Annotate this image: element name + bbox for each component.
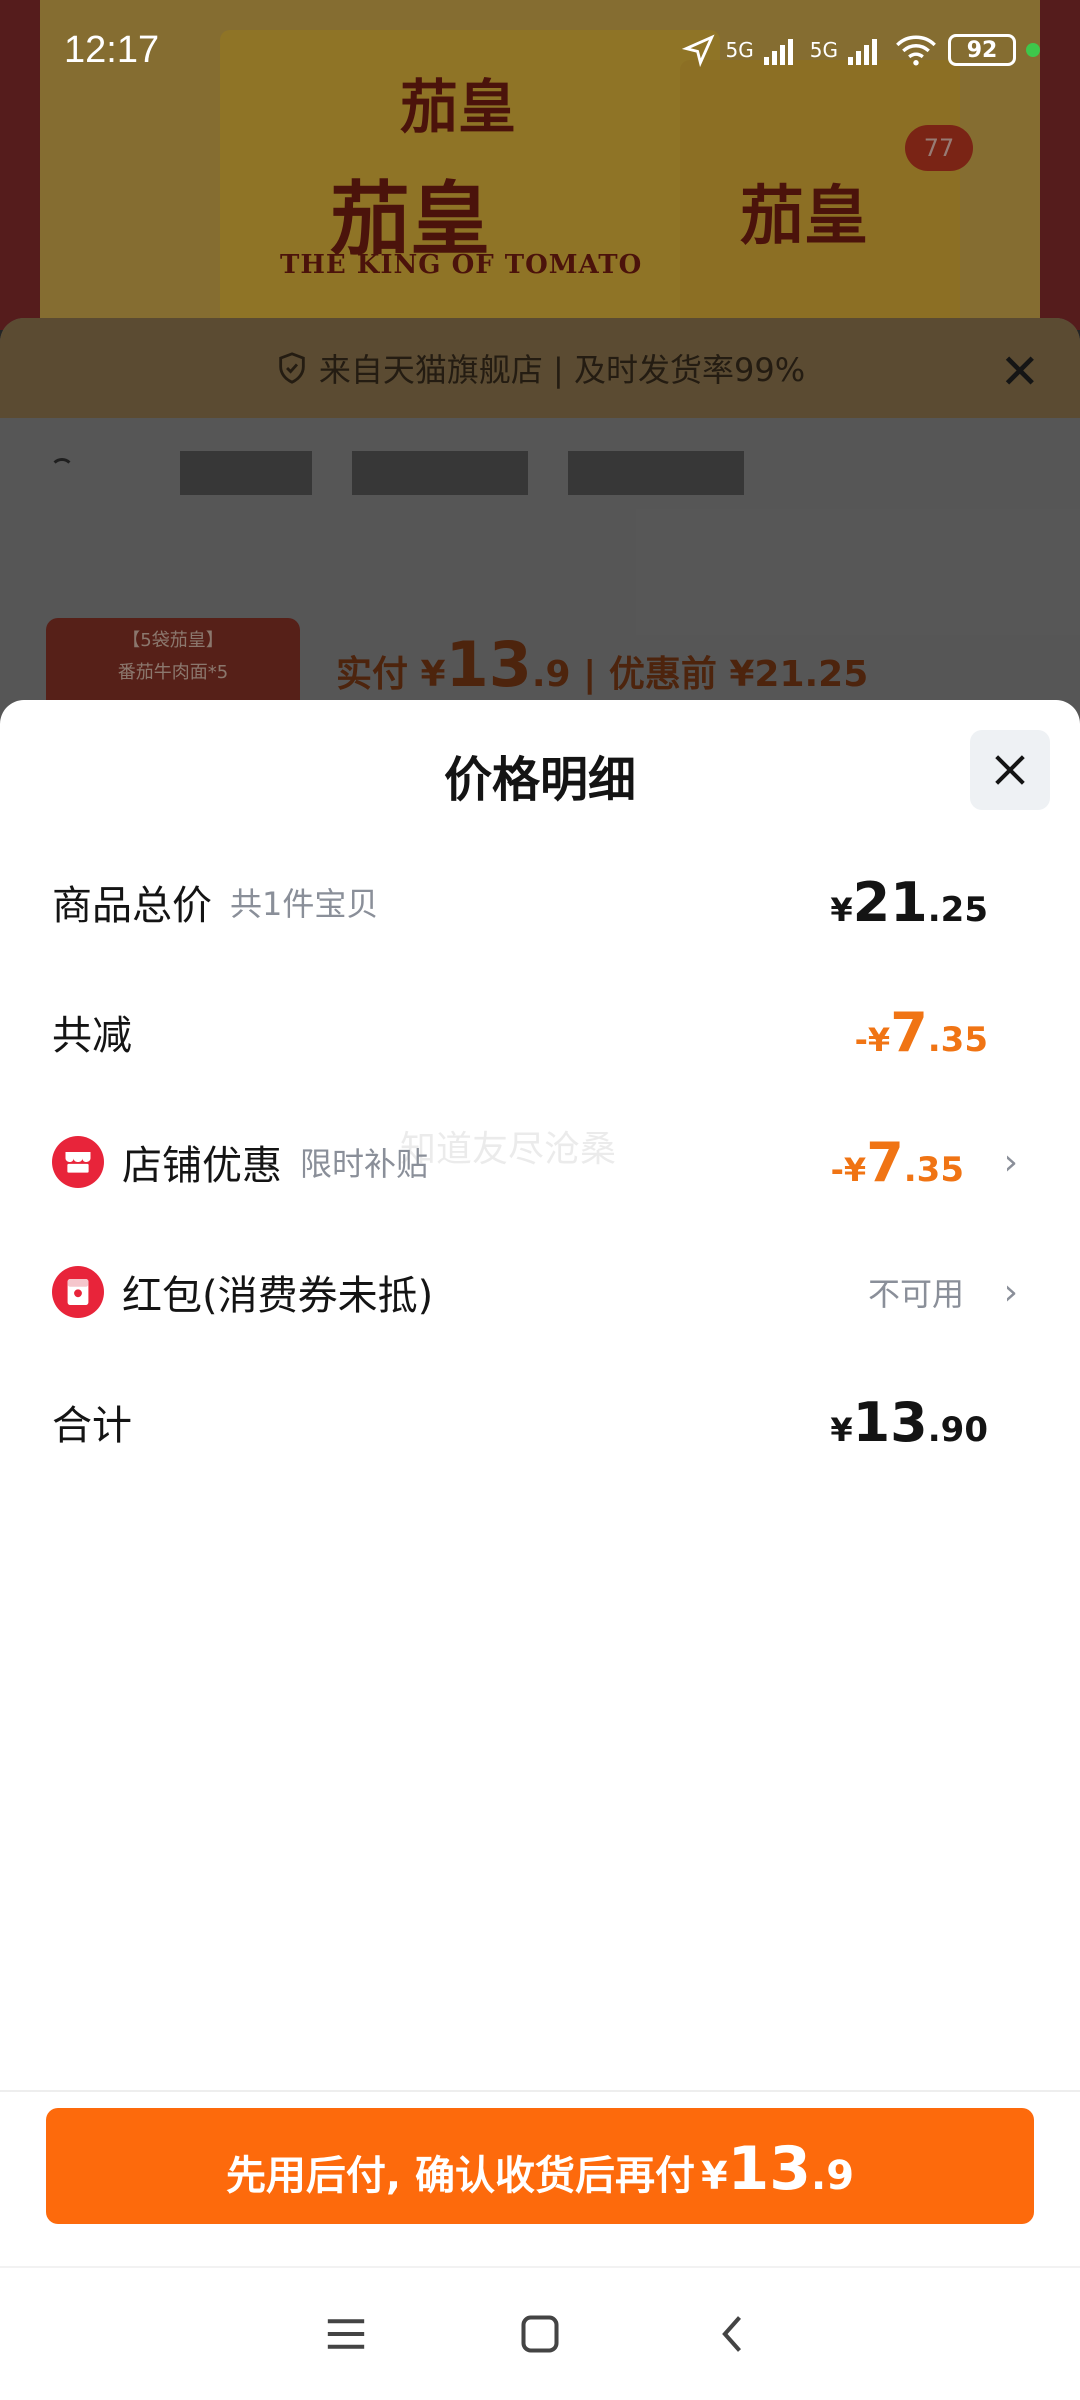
row-store-discount[interactable]: 店铺优惠 限时补贴 -¥ 7.35 › <box>52 1122 1028 1202</box>
menu-icon[interactable] <box>324 2314 368 2354</box>
signal-icon <box>848 39 877 65</box>
pay-button-label: 先用后付, 确认收货后再付 <box>225 2153 696 2199</box>
row-total-discount: 共减 -¥ 7.35 <box>52 992 1028 1072</box>
amount-dec: .25 <box>927 889 988 930</box>
currency: ¥ <box>830 890 853 929</box>
location-icon <box>681 34 715 67</box>
row-amount: -¥ 7.35 <box>855 1001 988 1064</box>
row-label: 店铺优惠 <box>122 1143 282 1189</box>
close-button[interactable] <box>970 730 1050 810</box>
row-label: 共减 <box>52 1013 132 1059</box>
currency: -¥ <box>854 1020 891 1059</box>
price-detail-sheet: 价格明细 知道友尽沧桑 商品总价 共1件宝贝 ¥21.25 共减 -¥ 7.35 … <box>0 700 1080 2400</box>
amount-int: 7 <box>866 1130 904 1194</box>
pay-button-dec: .9 <box>811 2153 855 2199</box>
pay-later-button[interactable]: 先用后付, 确认收货后再付 ¥ 13 .9 <box>46 2108 1034 2224</box>
currency: -¥ <box>830 1150 867 1189</box>
wifi-icon <box>896 35 936 66</box>
chevron-right-icon: › <box>1003 1141 1018 1183</box>
row-label: 红包(消费券未抵) <box>122 1273 434 1319</box>
home-icon[interactable] <box>518 2312 562 2356</box>
close-icon <box>995 755 1025 785</box>
row-status: 不可用 <box>867 1275 964 1313</box>
amount-int: 21 <box>852 870 928 934</box>
privacy-indicator-icon <box>1026 43 1040 57</box>
signal-label-2: 5G <box>809 38 838 62</box>
screen: 茄皇 茄皇 THE KING OF TOMATO 茄皇 77 来自天猫旗舰店 |… <box>0 0 1080 2400</box>
row-total: 合计 ¥13.90 <box>52 1382 1028 1462</box>
system-nav-bar <box>0 2266 1080 2400</box>
row-amount: -¥ 7.35 <box>831 1131 964 1194</box>
pay-button-int: 13 <box>727 2134 812 2204</box>
amount-dec: .90 <box>927 1409 988 1450</box>
row-amount: ¥21.25 <box>830 871 988 934</box>
row-sublabel: 共1件宝贝 <box>230 885 379 923</box>
status-icons: 5G 5G 92 <box>681 33 1040 67</box>
row-subtotal: 商品总价 共1件宝贝 ¥21.25 <box>52 862 1028 942</box>
row-red-packet[interactable]: 红包(消费券未抵) 不可用 › <box>52 1252 1028 1332</box>
signal-label-1: 5G <box>725 38 754 62</box>
row-label: 商品总价 <box>52 883 212 929</box>
pay-button-currency: ¥ <box>701 2154 728 2198</box>
amount-dec: .35 <box>903 1149 964 1190</box>
amount-int: 7 <box>890 1000 928 1064</box>
status-bar: 12:17 5G 5G 92 <box>0 0 1080 100</box>
currency: ¥ <box>830 1410 853 1449</box>
signal-icon <box>763 39 793 65</box>
amount-dec: .35 <box>927 1019 988 1060</box>
chevron-right-icon: › <box>1003 1271 1018 1313</box>
divider <box>0 2090 1080 2092</box>
store-icon <box>52 1136 104 1188</box>
sheet-title: 价格明细 <box>443 752 636 808</box>
amount-int: 13 <box>852 1390 928 1454</box>
battery-icon: 92 <box>948 34 1016 66</box>
row-amount: ¥13.90 <box>830 1391 988 1454</box>
status-time: 12:17 <box>64 28 160 71</box>
back-icon[interactable] <box>712 2312 756 2356</box>
row-sublabel: 限时补贴 <box>300 1145 429 1183</box>
red-packet-icon <box>52 1266 104 1318</box>
row-label: 合计 <box>52 1403 132 1449</box>
